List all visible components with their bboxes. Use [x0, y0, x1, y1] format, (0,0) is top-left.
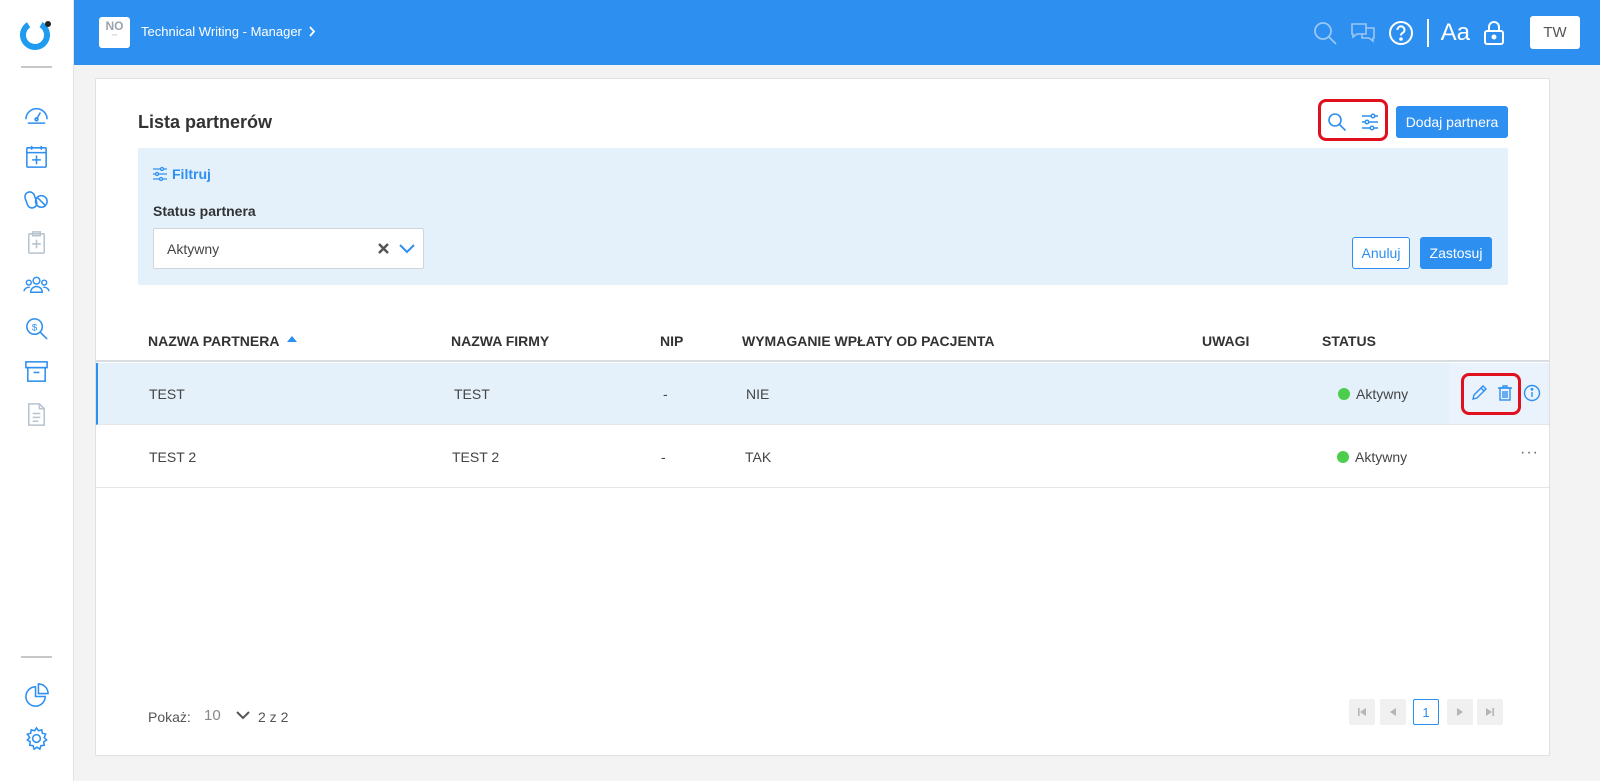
font-size-toggle[interactable]: Aa: [1441, 19, 1470, 47]
page-title: Lista partnerów: [138, 112, 273, 132]
sidebar-divider: [21, 656, 52, 658]
next-page-button[interactable]: [1447, 699, 1473, 725]
column-status[interactable]: STATUS: [1322, 333, 1376, 349]
clipboard-medical-icon[interactable]: [22, 228, 50, 256]
svg-text:$: $: [31, 322, 37, 333]
cell-company-name: TEST 2: [452, 449, 500, 465]
cell-nip: -: [661, 449, 666, 465]
column-label: NIP: [660, 333, 684, 349]
workspace-logo[interactable]: NO ▪▪▪▪: [99, 17, 130, 48]
cell-nip: -: [663, 386, 668, 402]
column-label: STATUS: [1322, 333, 1376, 349]
partners-card: Lista partnerów Dodaj partnera Filtruj S…: [95, 78, 1550, 756]
column-nip[interactable]: NIP: [660, 333, 683, 349]
table-header: NAZWA PARTNERA NAZWA FIRMY NIP WYMAGANIE…: [96, 317, 1549, 362]
apply-button[interactable]: Zastosuj: [1420, 237, 1492, 269]
chevron-right-icon: [309, 26, 316, 37]
search-icon[interactable]: [1311, 19, 1339, 47]
first-page-button[interactable]: [1349, 699, 1375, 725]
status-badge: Aktywny: [1338, 386, 1408, 402]
topbar-separator: [1426, 19, 1429, 47]
filter-title: Filtruj: [172, 166, 211, 182]
pills-icon[interactable]: [22, 185, 50, 213]
column-notes[interactable]: UWAGI: [1202, 333, 1249, 349]
status-filter-select[interactable]: Aktywny: [153, 228, 424, 269]
avatar[interactable]: TW: [1530, 16, 1580, 49]
column-label: UWAGI: [1202, 333, 1250, 349]
table-row[interactable]: TEST TEST - NIE Aktywny: [96, 363, 1549, 425]
table-row[interactable]: TEST 2 TEST 2 - TAK Aktywny ···: [96, 426, 1549, 488]
gear-icon[interactable]: [22, 724, 50, 752]
column-label: NAZWA PARTNERA: [148, 333, 280, 349]
trash-icon[interactable]: [1495, 383, 1515, 403]
sort-ascending-icon: [287, 336, 298, 342]
previous-page-button[interactable]: [1380, 699, 1406, 725]
last-page-button[interactable]: [1477, 699, 1503, 725]
filter-sliders-icon: [153, 166, 167, 182]
column-partner-name[interactable]: NAZWA PARTNERA: [148, 333, 298, 349]
page-number-button[interactable]: 1: [1413, 699, 1439, 725]
archive-icon[interactable]: [22, 357, 50, 385]
topbar: NO ▪▪▪▪ Technical Writing - Manager Aa T…: [74, 0, 1600, 65]
status-label: Aktywny: [1356, 386, 1409, 402]
chat-icon[interactable]: [1349, 19, 1377, 47]
cell-partner-name: TEST 2: [149, 449, 197, 465]
info-icon[interactable]: [1522, 383, 1542, 403]
cell-partner-name: TEST: [149, 386, 185, 402]
column-label: WYMAGANIE WPŁATY OD PACJENTA: [742, 333, 995, 349]
page-size-label: Pokaż:: [148, 709, 191, 725]
sidebar: $: [0, 0, 74, 781]
status-filter-label: Status partnera: [153, 203, 256, 219]
status-dot-icon: [1338, 388, 1350, 400]
filter-toggle[interactable]: Filtruj: [152, 166, 211, 182]
add-partner-button[interactable]: Dodaj partnera: [1396, 106, 1508, 138]
search-icon[interactable]: [1325, 110, 1349, 134]
help-icon[interactable]: [1387, 19, 1415, 47]
search-money-icon[interactable]: $: [22, 314, 50, 342]
breadcrumb[interactable]: Technical Writing - Manager: [141, 24, 316, 39]
cancel-button[interactable]: Anuluj: [1352, 237, 1410, 269]
chevron-down-icon[interactable]: [398, 240, 416, 258]
filter-panel: Filtruj Status partnera Aktywny Anuluj Z…: [138, 148, 1508, 285]
status-badge: Aktywny: [1337, 449, 1407, 465]
column-company-name[interactable]: NAZWA FIRMY: [451, 333, 549, 349]
cell-payment-required: NIE: [746, 386, 770, 402]
calendar-add-icon[interactable]: [22, 142, 50, 170]
more-options-icon[interactable]: ···: [1520, 444, 1539, 462]
filter-sliders-icon[interactable]: [1358, 110, 1382, 134]
column-label: NAZWA FIRMY: [451, 333, 550, 349]
chevron-down-icon[interactable]: [234, 706, 252, 724]
cell-payment-required: TAK: [745, 449, 772, 465]
dashboard-icon[interactable]: [22, 99, 50, 127]
record-count: 2 z 2: [258, 709, 289, 725]
status-filter-value: Aktywny: [167, 241, 220, 257]
breadcrumb-label: Technical Writing - Manager: [141, 24, 302, 39]
document-icon[interactable]: [22, 400, 50, 428]
users-group-icon[interactable]: [22, 271, 50, 299]
pencil-icon[interactable]: [1469, 383, 1489, 403]
clear-icon[interactable]: [375, 240, 391, 256]
column-payment-required[interactable]: WYMAGANIE WPŁATY OD PACJENTA: [742, 333, 995, 349]
sidebar-divider: [21, 66, 52, 68]
topbar-actions: Aa: [1311, 16, 1508, 50]
status-dot-icon: [1337, 451, 1349, 463]
status-label: Aktywny: [1355, 449, 1408, 465]
cell-company-name: TEST: [454, 386, 490, 402]
workspace-logo-text: NO: [105, 19, 124, 33]
app-logo-icon[interactable]: [19, 17, 53, 51]
pie-chart-icon[interactable]: [22, 681, 50, 709]
lock-icon[interactable]: [1480, 19, 1508, 47]
page-size-select[interactable]: 10: [204, 707, 221, 724]
